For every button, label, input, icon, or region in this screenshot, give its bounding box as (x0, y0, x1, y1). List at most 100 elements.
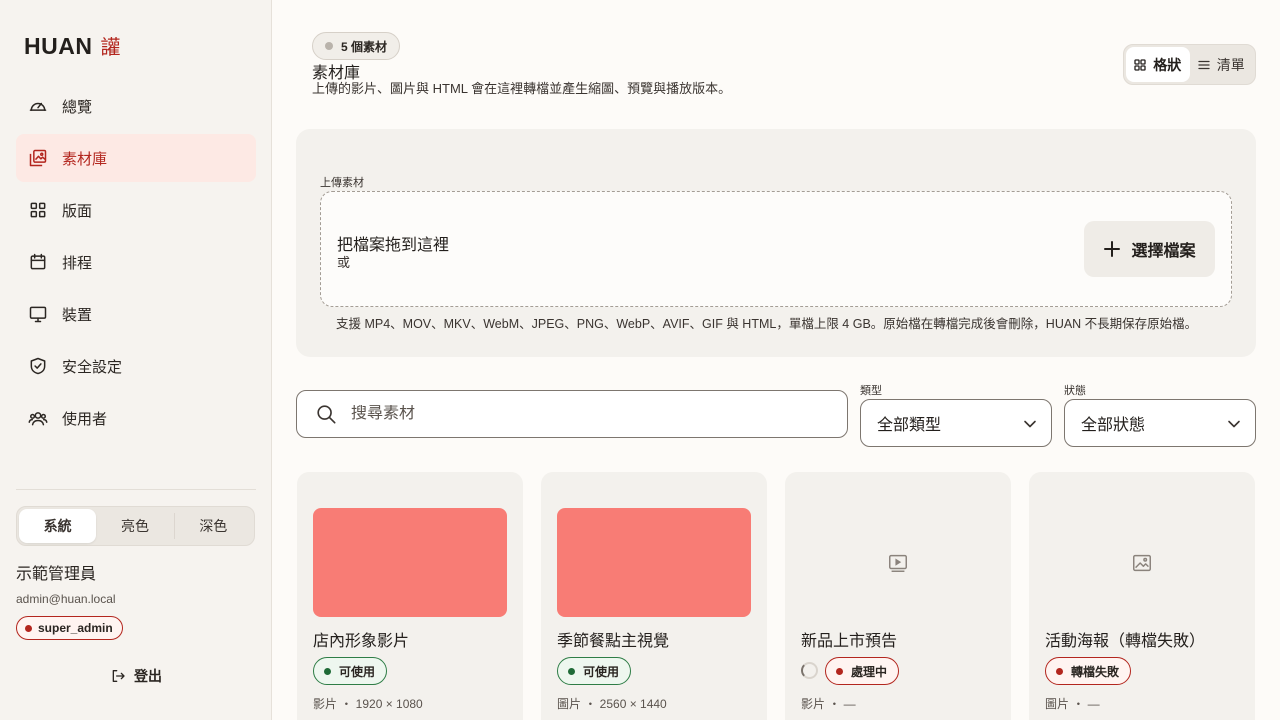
sidebar-item-label: 素材庫 (62, 150, 108, 168)
upload-panel: 上傳素材 把檔案拖到這裡 或 選擇檔案 支援 MP4、MOV、MKV、WebM、… (296, 129, 1256, 357)
sidebar-item-label: 使用者 (62, 410, 108, 428)
theme-option-system[interactable]: 系統 (19, 509, 97, 543)
logout-icon (112, 670, 125, 682)
theme-switch: 系統 亮色 深色 (16, 506, 255, 546)
status-dot (568, 667, 575, 675)
shield-icon (30, 357, 46, 375)
users-icon (28, 412, 48, 426)
sidebar-item-layout[interactable]: 版面 (16, 186, 256, 234)
asset-meta: 圖片 ・ 2560 × 1440 (557, 697, 667, 711)
view-grid-button[interactable]: 格狀 (1126, 47, 1190, 82)
view-list-button[interactable]: 清單 (1190, 47, 1254, 82)
upload-dropzone[interactable]: 把檔案拖到這裡 或 選擇檔案 (320, 191, 1232, 307)
page-description: 上傳的影片、圖片與 HTML 會在這裡轉檔並產生縮圖、預覽與播放版本。 (312, 81, 732, 96)
search-box (296, 390, 848, 438)
grid-icon (1134, 58, 1146, 71)
sidebar-item-label: 總覽 (62, 98, 93, 116)
monitor-icon (29, 306, 47, 323)
sidebar-divider (16, 489, 256, 490)
asset-card[interactable]: 店內形象影片 可使用 影片 ・ 1920 × 1080 (297, 472, 523, 720)
sidebar-item-users[interactable]: 使用者 (16, 394, 256, 442)
chevron-down-icon (1228, 420, 1240, 428)
status-label: 轉檔失敗 (1071, 664, 1120, 679)
dropzone-or: 或 (337, 255, 351, 270)
chevron-down-icon (1024, 420, 1036, 428)
logout-button[interactable]: 登出 (110, 666, 162, 686)
user-name: 示範管理員 (16, 566, 97, 583)
theme-option-dark[interactable]: 深色 (175, 509, 252, 543)
theme-option-light[interactable]: 亮色 (96, 509, 173, 543)
sidebar-item-label: 排程 (62, 254, 93, 272)
asset-title: 店內形象影片 (313, 633, 410, 650)
upload-note: 支援 MP4、MOV、MKV、WebM、JPEG、PNG、WebP、AVIF、G… (336, 317, 1198, 331)
choose-file-button[interactable]: 選擇檔案 (1084, 221, 1215, 277)
role-label: super_admin (38, 621, 113, 635)
view-list-label: 清單 (1216, 56, 1245, 73)
sidebar-nav: 總覽 素材庫 版面 排程 裝置 安全設定 使用者 (16, 82, 256, 446)
dropzone-title: 把檔案拖到這裡 (337, 237, 450, 254)
status-badge: 處理中 (825, 657, 900, 685)
status-dot (1056, 667, 1063, 675)
status-label: 可使用 (339, 664, 376, 679)
asset-meta: 圖片 ・ — (1045, 697, 1100, 711)
calendar-icon (30, 253, 46, 270)
status-badge: 轉檔失敗 (1045, 657, 1132, 685)
status-filter-label: 狀態 (1064, 385, 1086, 397)
status-label: 可使用 (583, 664, 620, 679)
video-icon (889, 554, 907, 572)
sidebar-item-library[interactable]: 素材庫 (16, 134, 256, 182)
sidebar-item-label: 安全設定 (62, 358, 123, 376)
asset-thumbnail (313, 508, 507, 617)
brand-mark: 讙 (100, 35, 121, 59)
plus-icon (1104, 241, 1121, 257)
logout-label: 登出 (134, 668, 162, 684)
asset-count-badge: 5 個素材 (312, 32, 401, 60)
asset-card[interactable]: 新品上市預告 處理中 影片 ・ — (785, 472, 1011, 720)
image-library-icon (29, 149, 47, 167)
upload-label: 上傳素材 (320, 177, 364, 189)
sidebar-item-devices[interactable]: 裝置 (16, 290, 256, 338)
status-badge: 可使用 (313, 657, 388, 685)
type-filter-label: 類型 (860, 385, 882, 397)
status-dot (324, 667, 331, 675)
type-filter-select[interactable]: 全部類型 (860, 399, 1052, 447)
asset-thumbnail (557, 508, 751, 617)
brand-name: HUAN (24, 33, 93, 59)
choose-file-label: 選擇檔案 (1131, 243, 1196, 260)
list-icon (1198, 60, 1210, 69)
asset-count-label: 5 個素材 (341, 39, 388, 54)
asset-thumbnail (801, 508, 995, 617)
sidebar-item-overview[interactable]: 總覽 (16, 82, 256, 130)
sidebar-item-security[interactable]: 安全設定 (16, 342, 256, 390)
type-filter-value: 全部類型 (877, 417, 942, 434)
asset-card[interactable]: 季節餐點主視覺 可使用 圖片 ・ 2560 × 1440 (541, 472, 767, 720)
sidebar-item-label: 版面 (62, 202, 93, 220)
asset-thumbnail (1045, 508, 1239, 617)
sidebar-item-schedule[interactable]: 排程 (16, 238, 256, 286)
status-badge: 可使用 (557, 657, 632, 685)
grid-icon (30, 202, 46, 218)
asset-card[interactable]: 活動海報（轉檔失敗） 轉檔失敗 圖片 ・ — (1029, 472, 1255, 720)
count-dot (325, 42, 333, 50)
loading-spinner-icon (801, 662, 818, 679)
asset-title: 活動海報（轉檔失敗） (1045, 633, 1206, 650)
status-dot (836, 667, 843, 675)
search-input[interactable] (351, 405, 811, 423)
role-badge: super_admin (16, 616, 123, 640)
sidebar: HUAN 讙 總覽 素材庫 版面 排程 裝置 安全設定 使用者 系統 亮色 深色… (0, 0, 272, 720)
search-icon (317, 405, 336, 424)
status-label: 處理中 (851, 664, 888, 679)
asset-title: 新品上市預告 (801, 633, 898, 650)
image-icon (1133, 554, 1151, 571)
role-dot (25, 624, 32, 632)
view-grid-label: 格狀 (1153, 56, 1182, 73)
brand-logo[interactable]: HUAN 讙 (24, 31, 120, 60)
asset-meta: 影片 ・ — (801, 697, 856, 711)
sidebar-item-label: 裝置 (62, 306, 93, 324)
asset-title: 季節餐點主視覺 (557, 633, 670, 650)
view-toggle: 格狀 清單 (1123, 44, 1256, 85)
asset-meta: 影片 ・ 1920 × 1080 (313, 697, 423, 711)
status-filter-select[interactable]: 全部狀態 (1064, 399, 1256, 447)
user-email: admin@huan.local (16, 592, 116, 606)
status-filter-value: 全部狀態 (1081, 417, 1146, 434)
